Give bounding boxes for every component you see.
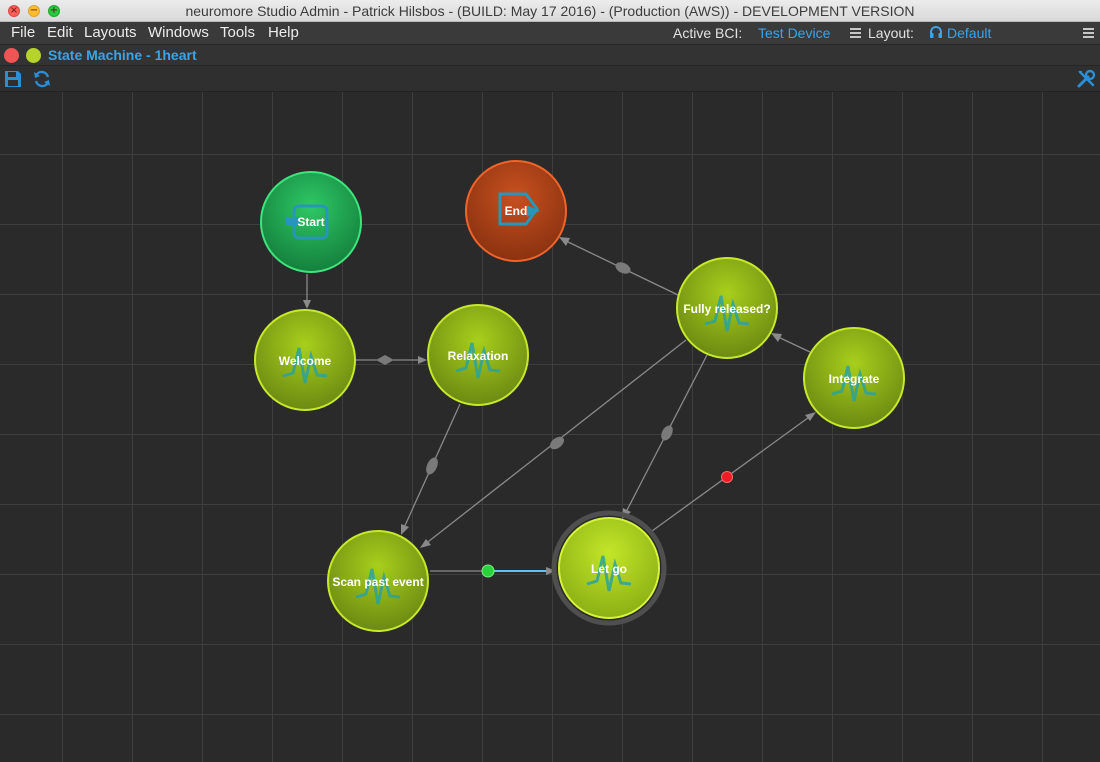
- dock-close-button[interactable]: [4, 48, 19, 63]
- active-bci-label: Active BCI:: [673, 25, 743, 41]
- node-label: Start: [297, 215, 324, 229]
- layout-label: Layout:: [868, 25, 914, 41]
- window-titlebar: × − + neuromore Studio Admin - Patrick H…: [0, 0, 1100, 22]
- hamburger-icon[interactable]: [1083, 28, 1094, 39]
- menu-edit[interactable]: Edit: [47, 22, 73, 44]
- state-node-scan-past-event[interactable]: Scan past event: [327, 530, 429, 632]
- headset-icon: [930, 26, 942, 38]
- node-label: End: [505, 204, 528, 218]
- transition-condition-icon[interactable]: [614, 260, 633, 276]
- refresh-icon[interactable]: [32, 69, 52, 89]
- transition-active-marker[interactable]: [481, 564, 495, 578]
- layout-selector[interactable]: Default: [947, 22, 991, 44]
- dock-detach-button[interactable]: [26, 48, 41, 63]
- transition[interactable]: [401, 403, 461, 535]
- node-label: Welcome: [279, 354, 332, 368]
- menu-help[interactable]: Help: [268, 22, 299, 44]
- transition-condition-icon[interactable]: [548, 434, 567, 452]
- state-node-fully-released[interactable]: Fully released?: [676, 257, 778, 359]
- menu-layouts[interactable]: Layouts: [84, 22, 137, 44]
- node-label: Relaxation: [448, 349, 509, 363]
- state-node-end[interactable]: End: [465, 160, 567, 262]
- node-label: Let go: [591, 562, 627, 576]
- menu-bar: File Edit Layouts Windows Tools Help Act…: [0, 22, 1100, 44]
- node-label: Scan past event: [332, 575, 423, 589]
- window-title: neuromore Studio Admin - Patrick Hilsbos…: [185, 3, 915, 19]
- transition-error-marker[interactable]: [721, 471, 733, 483]
- state-node-start[interactable]: Start: [260, 171, 362, 273]
- active-bci-device[interactable]: Test Device: [758, 22, 830, 44]
- state-node-let-go[interactable]: Let go: [551, 510, 667, 626]
- transition[interactable]: [303, 274, 311, 309]
- menu-tools[interactable]: Tools: [220, 22, 255, 44]
- wrench-icon[interactable]: [1076, 69, 1096, 89]
- dock-titlebar: State Machine - 1heart: [0, 44, 1100, 66]
- transition-condition-icon[interactable]: [376, 355, 394, 365]
- hamburger-icon[interactable]: [850, 28, 861, 39]
- transition[interactable]: [651, 412, 816, 532]
- menu-windows[interactable]: Windows: [148, 22, 209, 44]
- save-icon[interactable]: [3, 69, 23, 89]
- transition[interactable]: [771, 333, 811, 353]
- transition-condition-icon[interactable]: [659, 424, 675, 443]
- node-label: Fully released?: [683, 302, 770, 316]
- menu-file[interactable]: File: [11, 22, 35, 44]
- state-machine-toolbar: [0, 66, 1100, 92]
- state-node-integrate[interactable]: Integrate: [803, 327, 905, 429]
- active-transition[interactable]: [430, 564, 556, 578]
- node-label: Integrate: [829, 372, 880, 386]
- transition[interactable]: [356, 355, 427, 365]
- transition[interactable]: [559, 237, 679, 296]
- state-node-relaxation[interactable]: Relaxation: [427, 304, 529, 406]
- state-machine-canvas[interactable]: Start End Welcome Relaxation Fully relea…: [0, 92, 1100, 762]
- dock-title: State Machine - 1heart: [48, 47, 197, 63]
- state-node-welcome[interactable]: Welcome: [254, 309, 356, 411]
- transition-condition-icon[interactable]: [424, 456, 440, 477]
